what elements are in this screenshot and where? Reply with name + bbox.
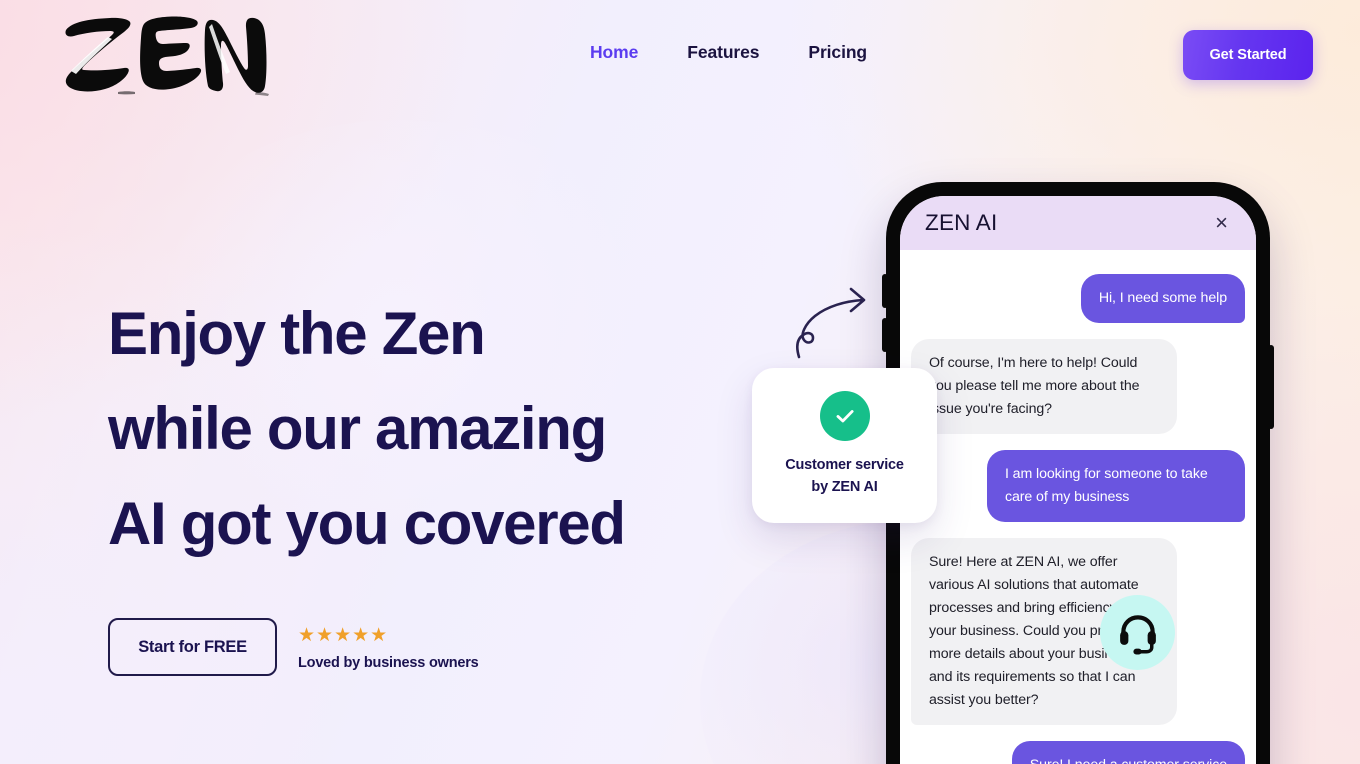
hero-actions: Start for FREE ★★★★★ Loved by business o… xyxy=(108,618,479,676)
chat-row: Hi, I need some help xyxy=(911,274,1245,323)
get-started-button[interactable]: Get Started xyxy=(1183,30,1313,80)
star-rating-icon: ★★★★★ xyxy=(298,625,389,646)
start-for-free-button[interactable]: Start for FREE xyxy=(108,618,277,676)
chat-bubble-user: Sure! I need a customer service xyxy=(1011,741,1245,764)
hero-title-line-2: while our amazing xyxy=(108,395,607,462)
nav-item-home[interactable]: Home xyxy=(590,42,638,63)
close-icon[interactable]: × xyxy=(1211,210,1232,236)
chat-header: ZEN AI × xyxy=(900,196,1256,250)
chat-message-list: Hi, I need some help Of course, I'm here… xyxy=(900,250,1256,764)
headset-support-icon xyxy=(1100,595,1175,670)
chat-bubble-user: I am looking for someone to take care of… xyxy=(987,450,1245,522)
social-proof-label: Loved by business owners xyxy=(298,655,479,671)
phone-volume-down-button[interactable] xyxy=(882,318,888,352)
check-circle-icon xyxy=(819,391,870,441)
chat-row: I am looking for someone to take care of… xyxy=(911,450,1245,522)
chat-bubble-user: Hi, I need some help xyxy=(1080,274,1245,323)
feature-card-caption: Customer service by ZEN AI xyxy=(785,454,904,498)
nav-item-pricing[interactable]: Pricing xyxy=(808,42,867,63)
phone-screen: ZEN AI × Hi, I need some help Of course,… xyxy=(900,196,1256,764)
site-header: Home Features Pricing Get Started xyxy=(0,0,1360,110)
feature-card-caption-line-1: Customer service xyxy=(785,457,904,473)
page-title: Enjoy the Zen while our amazing AI got y… xyxy=(108,286,728,571)
nav-item-features[interactable]: Features xyxy=(687,42,759,63)
brand-logo[interactable] xyxy=(58,8,273,100)
curved-arrow-icon xyxy=(793,283,878,361)
chat-title: ZEN AI xyxy=(925,210,998,235)
headset-glyph xyxy=(1119,614,1156,655)
zen-brush-wordmark-icon xyxy=(65,16,269,96)
feature-card-caption-line-2: by ZEN AI xyxy=(811,479,878,495)
social-proof: ★★★★★ Loved by business owners xyxy=(298,618,479,671)
hero-title-line-3: AI got you covered xyxy=(108,490,626,557)
phone-volume-up-button[interactable] xyxy=(882,274,888,308)
feature-card-customer-service[interactable]: Customer service by ZEN AI xyxy=(752,368,937,523)
chat-row: Of course, I'm here to help! Could you p… xyxy=(911,339,1245,434)
chat-row: Sure! I need a customer service xyxy=(911,741,1245,764)
chat-bubble-ai: Of course, I'm here to help! Could you p… xyxy=(911,339,1177,434)
phone-power-button[interactable] xyxy=(1268,345,1274,429)
phone-mockup: ZEN AI × Hi, I need some help Of course,… xyxy=(882,182,1274,764)
hero-title-line-1: Enjoy the Zen xyxy=(108,300,486,367)
chat-row: Sure! Here at ZEN AI, we offer various A… xyxy=(911,538,1245,725)
hero-section: Enjoy the Zen while our amazing AI got y… xyxy=(108,286,728,571)
primary-navigation: Home Features Pricing xyxy=(590,42,867,63)
